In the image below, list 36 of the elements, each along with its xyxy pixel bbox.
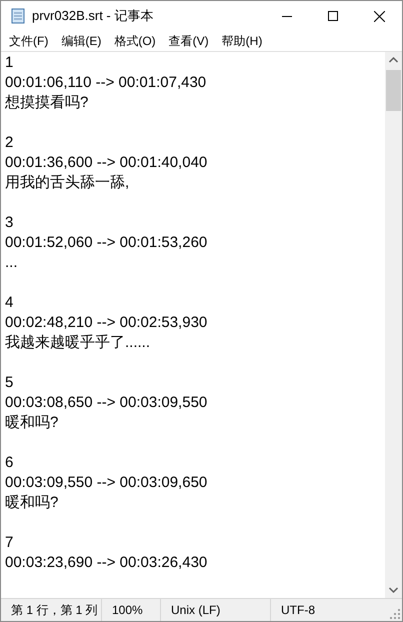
subtitle-text: 想摸摸看吗? — [5, 94, 88, 111]
timestamp-line: 00:03:08,650 --> 00:03:09,550 — [5, 394, 208, 411]
menu-item[interactable]: 查看(V) — [164, 32, 217, 50]
subtitle-index: 1 — [5, 54, 14, 71]
subtitle-text: 暖和吗? — [5, 414, 58, 431]
timestamp-line: 00:03:23,690 --> 00:03:26,430 — [5, 554, 208, 571]
menu-item[interactable]: 文件(F) — [4, 32, 56, 50]
status-text: UTF-8 — [281, 603, 315, 617]
window-title: prvr032B.srt - 记事本 — [32, 7, 154, 25]
resize-grip-icon[interactable] — [390, 609, 400, 619]
status-text: 第 1 行，第 1 列 — [11, 602, 98, 618]
subtitle-text: 用我的舌头舔一舔, — [5, 174, 130, 191]
timestamp-line: 00:01:52,060 --> 00:01:53,260 — [5, 234, 208, 251]
subtitle-index: 5 — [5, 374, 14, 391]
status-text: 100% — [112, 603, 143, 617]
maximize-icon[interactable] — [328, 11, 338, 21]
subtitle-index: 7 — [5, 534, 14, 551]
subtitle-text: ... — [5, 254, 18, 271]
timestamp-line: 00:02:48,210 --> 00:02:53,930 — [5, 314, 208, 331]
menu-item[interactable]: 编辑(E) — [56, 32, 110, 50]
subtitle-index: 6 — [5, 454, 14, 471]
timestamp-line: 00:03:09,550 --> 00:03:09,650 — [5, 474, 208, 491]
subtitle-index: 3 — [5, 214, 14, 231]
subtitle-index: 2 — [5, 134, 14, 151]
subtitle-text: 暖和吗? — [5, 494, 58, 511]
notepad-icon — [10, 8, 26, 24]
subtitle-text: 我越来越暖乎乎了...... — [5, 334, 150, 351]
timestamp-line: 00:01:36,600 --> 00:01:40,040 — [5, 154, 208, 171]
status-text: Unix (LF) — [171, 603, 220, 617]
scrollbar-thumb[interactable] — [386, 70, 401, 111]
close-icon[interactable] — [374, 10, 384, 22]
menu-item[interactable]: 格式(O) — [109, 32, 164, 50]
timestamp-line: 00:01:06,110 --> 00:01:07,430 — [5, 74, 206, 91]
scrollbar[interactable] — [385, 52, 402, 598]
menu-item[interactable]: 帮助(H) — [216, 32, 270, 50]
subtitle-index: 4 — [5, 294, 14, 311]
